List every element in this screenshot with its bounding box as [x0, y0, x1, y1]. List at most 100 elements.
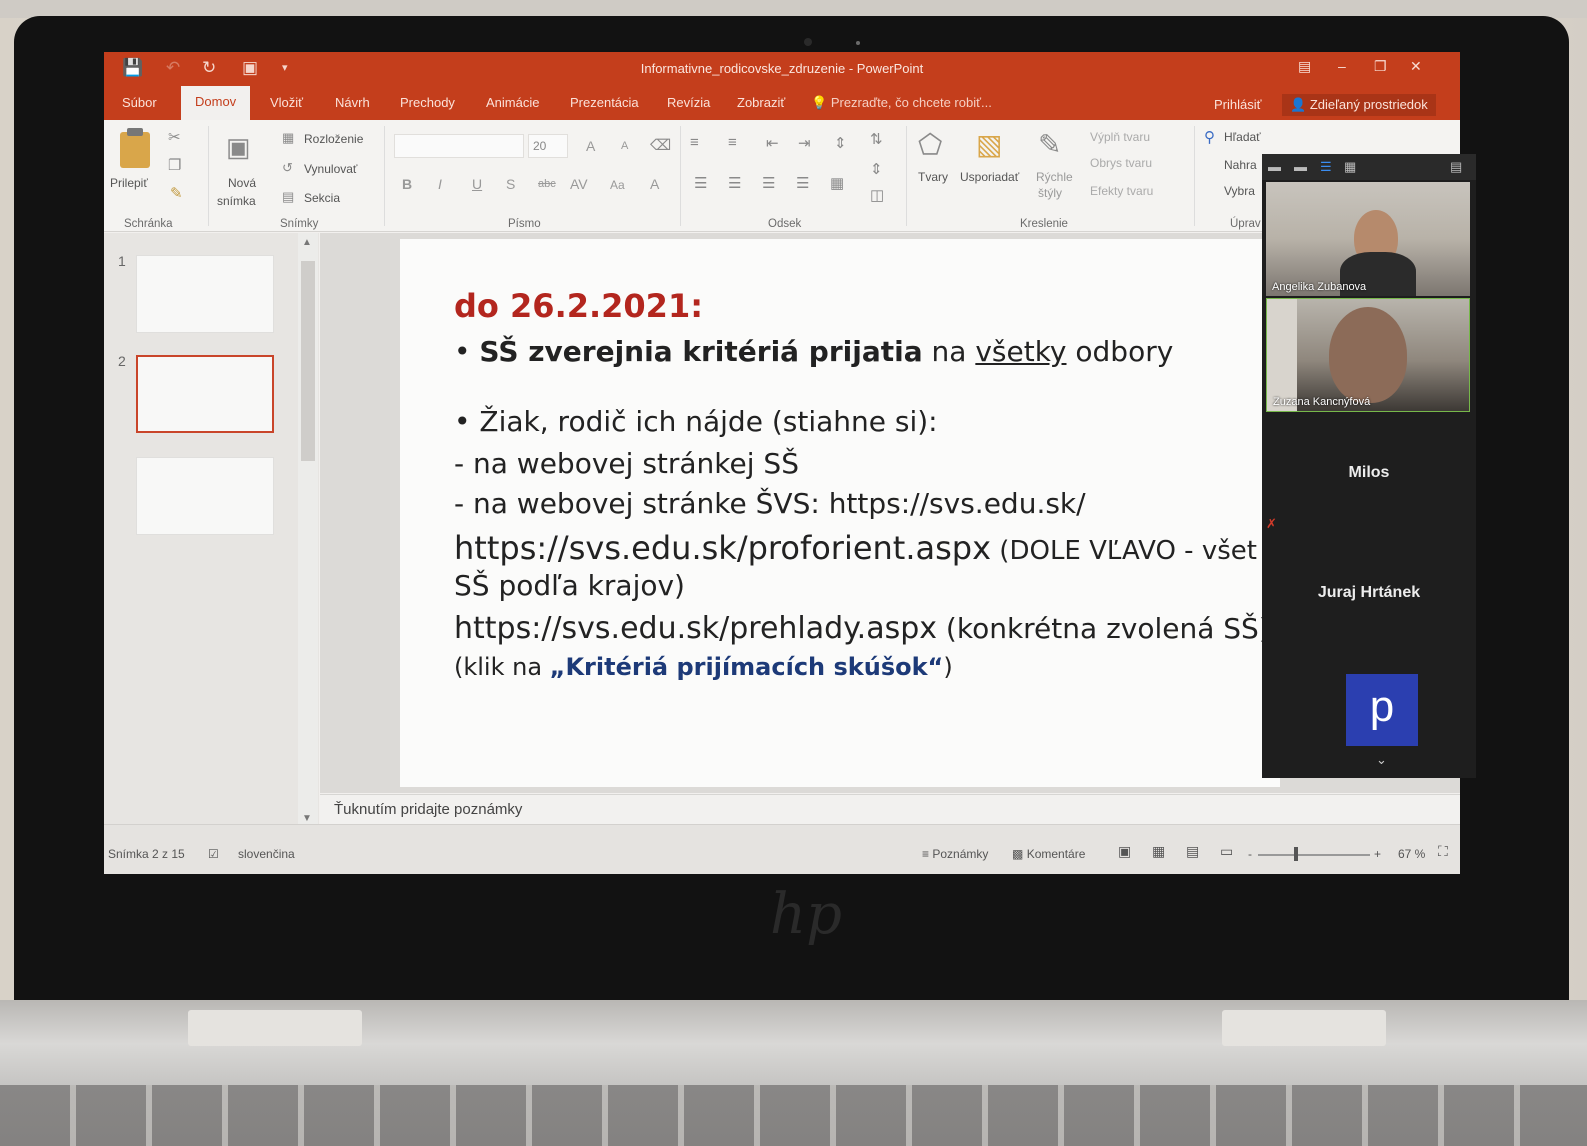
new-slide-label-1[interactable]: Nová: [228, 176, 256, 190]
tab-design[interactable]: Návrh: [335, 95, 370, 110]
participant-tile-name[interactable]: Juraj Hrtánek: [1262, 584, 1476, 602]
bullets-icon[interactable]: ≡: [690, 134, 699, 151]
chevron-down-icon[interactable]: ⌄: [1376, 752, 1387, 768]
shape-outline-button[interactable]: Obrys tvaru: [1090, 156, 1152, 170]
arrange-icon[interactable]: ▧: [976, 128, 1002, 161]
tab-review[interactable]: Revízia: [667, 95, 710, 110]
align-left-icon[interactable]: ☰: [694, 174, 707, 192]
format-painter-icon[interactable]: ✎: [170, 184, 183, 202]
new-slide-icon[interactable]: ▣: [226, 132, 251, 163]
clear-format-icon[interactable]: ⌫: [650, 136, 671, 154]
shape-fill-button[interactable]: Výplň tvaru: [1090, 130, 1150, 144]
copy-icon[interactable]: ❐: [168, 156, 181, 174]
paste-icon[interactable]: [120, 128, 150, 168]
tab-view[interactable]: Zobraziť: [737, 95, 785, 110]
participant-video[interactable]: Angelika Zubanova: [1266, 182, 1470, 296]
underline-button[interactable]: U: [472, 176, 482, 192]
increase-indent-icon[interactable]: ⇥: [798, 134, 811, 152]
slideshow-view-icon[interactable]: ▭: [1220, 843, 1233, 860]
strikethrough-button[interactable]: abc: [538, 178, 556, 190]
char-spacing-button[interactable]: AV: [570, 176, 588, 192]
smartart-icon[interactable]: ◫: [870, 186, 884, 204]
zoom-in-button[interactable]: +: [1374, 847, 1381, 861]
section-button[interactable]: Sekcia: [304, 191, 340, 205]
quick-styles-icon[interactable]: ✎: [1038, 128, 1061, 161]
paste-button[interactable]: Prilepiť: [110, 176, 148, 190]
line-spacing-icon[interactable]: ⇕: [834, 134, 847, 152]
text-direction-icon[interactable]: ⇅: [870, 130, 883, 148]
shapes-icon[interactable]: ⬠: [918, 128, 942, 161]
tab-transitions[interactable]: Prechody: [400, 95, 455, 110]
font-size-select[interactable]: 20: [528, 134, 568, 158]
replace-button[interactable]: Nahra: [1224, 158, 1257, 172]
exit-fullscreen-icon[interactable]: ▤: [1450, 159, 1462, 175]
proforient-link[interactable]: https://svs.edu.sk/proforient.aspx: [454, 529, 991, 567]
font-name-select[interactable]: [394, 134, 524, 158]
cut-icon[interactable]: ✂: [168, 128, 181, 146]
numbering-icon[interactable]: ≡: [728, 134, 737, 151]
scroll-thumb[interactable]: [301, 261, 315, 461]
minimize-icon[interactable]: –: [1338, 58, 1346, 74]
tab-slideshow[interactable]: Prezentácia: [570, 95, 639, 110]
align-text-icon[interactable]: ⇕: [870, 160, 883, 178]
shrink-font-button[interactable]: A: [621, 140, 628, 152]
layout-button[interactable]: Rozloženie: [304, 132, 363, 146]
spellcheck-icon[interactable]: ☑: [208, 847, 219, 861]
quick-styles-label-1[interactable]: Rýchle: [1036, 170, 1073, 184]
align-center-icon[interactable]: ☰: [728, 174, 741, 192]
shape-effects-button[interactable]: Efekty tvaru: [1090, 184, 1153, 198]
scroll-down-icon[interactable]: ▼: [302, 813, 312, 824]
normal-view-icon[interactable]: ▣: [1118, 843, 1131, 860]
slide-thumbnail-2[interactable]: [136, 355, 274, 433]
bold-button[interactable]: B: [402, 176, 412, 192]
grow-font-button[interactable]: A: [586, 138, 595, 154]
prehlady-link[interactable]: https://svs.edu.sk/prehlady.aspx: [454, 611, 937, 646]
notes-toggle[interactable]: ≡ Poznámky: [922, 847, 988, 861]
shadow-button[interactable]: S: [506, 176, 515, 192]
close-icon[interactable]: ✕: [1410, 58, 1422, 75]
participant-avatar[interactable]: p: [1346, 674, 1418, 746]
find-button[interactable]: Hľadať: [1224, 130, 1261, 144]
participant-video-active[interactable]: Zuzana Kancnýfová: [1266, 298, 1470, 412]
participant-tile-name[interactable]: Milos: [1262, 464, 1476, 482]
scroll-up-icon[interactable]: ▲: [302, 237, 312, 248]
tab-home[interactable]: Domov: [181, 86, 251, 120]
share-button[interactable]: 👤 Zdieľaný prostriedok: [1282, 94, 1436, 116]
reset-button[interactable]: Vynulovať: [304, 162, 357, 176]
language-indicator[interactable]: slovenčina: [238, 847, 295, 861]
minimize-icon[interactable]: ▬: [1268, 159, 1281, 174]
comments-toggle[interactable]: ▩ Komentáre: [1012, 847, 1085, 861]
change-case-button[interactable]: Aa: [610, 178, 625, 192]
tell-me-search[interactable]: 💡 Prezraďte, čo chcete robiť...: [811, 95, 992, 111]
ribbon-display-icon[interactable]: ▤: [1298, 58, 1311, 75]
svs-link[interactable]: https://svs.edu.sk/: [829, 487, 1086, 520]
zoom-out-button[interactable]: -: [1248, 847, 1252, 861]
notes-pane[interactable]: Ťuknutím pridajte poznámky: [320, 794, 1460, 824]
fit-to-window-icon[interactable]: ⛶: [1438, 843, 1448, 860]
gallery-view-icon[interactable]: ▦: [1344, 159, 1356, 175]
speaker-view-icon[interactable]: ☰: [1320, 159, 1332, 175]
quick-styles-label-2[interactable]: štýly: [1038, 186, 1062, 200]
zoom-level[interactable]: 67 %: [1398, 847, 1425, 861]
decrease-indent-icon[interactable]: ⇤: [766, 134, 779, 152]
slide-sorter-icon[interactable]: ▦: [1152, 843, 1165, 860]
arrange-button[interactable]: Usporiadať: [960, 170, 1019, 184]
current-slide[interactable]: do 26.2.2021: • SŠ zverejnia kritériá pr…: [400, 239, 1280, 787]
reading-view-icon[interactable]: ▤: [1186, 843, 1199, 860]
select-button[interactable]: Vybra: [1224, 184, 1255, 198]
tab-animations[interactable]: Animácie: [486, 95, 539, 110]
zoom-slider-thumb[interactable]: [1294, 847, 1298, 861]
thumbnails-scrollbar[interactable]: ▲ ▼: [298, 233, 318, 833]
tab-file[interactable]: Súbor: [122, 95, 157, 110]
font-color-button[interactable]: A: [650, 176, 659, 192]
tab-insert[interactable]: Vložiť: [270, 95, 303, 110]
slide-thumbnail-3[interactable]: [136, 457, 274, 535]
columns-icon[interactable]: ▦: [830, 174, 844, 192]
new-slide-label-2[interactable]: snímka: [217, 194, 256, 208]
align-right-icon[interactable]: ☰: [762, 174, 775, 192]
justify-icon[interactable]: ☰: [796, 174, 809, 192]
strip-view-icon[interactable]: ▬: [1294, 159, 1307, 174]
zoom-slider[interactable]: [1258, 854, 1370, 856]
sign-in-link[interactable]: Prihlásiť: [1214, 97, 1262, 112]
maximize-icon[interactable]: ❐: [1374, 58, 1387, 75]
